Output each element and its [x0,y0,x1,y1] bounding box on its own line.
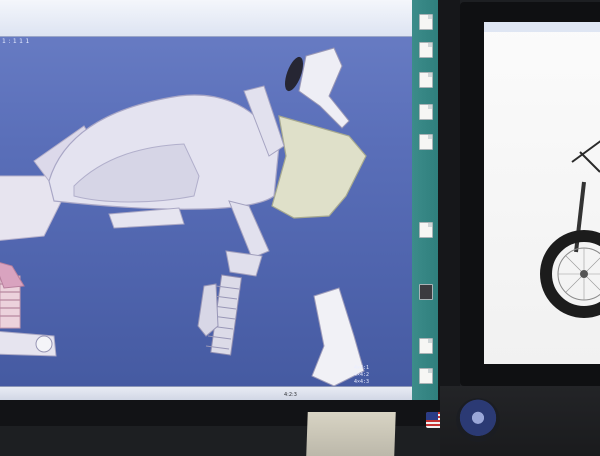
motorcycle-photo [540,140,600,318]
document-icon[interactable] [419,42,433,58]
coord-readout-1: 4×4:1 [354,365,369,371]
headstock-bracket [298,47,350,129]
lower-bracket [108,207,185,229]
viewport-scale-readout: 1 : 1 1 1 [2,38,30,45]
pink-link [0,262,25,289]
document-icon[interactable] [419,134,433,150]
coord-readout-2: 4×4:2 [354,372,369,378]
document-icon[interactable] [419,72,433,88]
paper-note [306,412,396,456]
document-icon[interactable] [419,104,433,120]
pivot-bolt [35,335,53,353]
coord-readout-3: 4×4:3 [354,379,369,385]
down-tube [228,200,270,259]
windows-taskbar[interactable] [412,0,438,404]
shock-body [225,250,263,277]
motorcycle-cad-model: 4×4:1 4×4:2 4×4:3 [0,47,369,387]
right-monitor [460,2,600,386]
airbox-cover [271,115,367,219]
cad-toolbar[interactable] [0,0,412,37]
document-icon[interactable] [419,368,433,384]
document-icon[interactable] [419,222,433,238]
foot-peg-bracket [197,283,219,337]
left-monitor: 4×4:1 4×4:2 4×4:3 1 : 1 1 1 4:2:3 [0,0,460,426]
status-readout: 4:2:3 [284,392,297,398]
webcam-logo-icon [456,398,500,442]
shortcut-icon[interactable] [419,284,433,300]
right-monitor-screen [484,22,600,364]
document-icon[interactable] [419,338,433,354]
document-icon[interactable] [419,14,433,30]
left-monitor-screen: 4×4:1 4×4:2 4×4:3 1 : 1 1 1 4:2:3 [0,0,438,404]
cad-3d-viewport[interactable]: 4×4:1 4×4:2 4×4:3 [0,36,412,387]
